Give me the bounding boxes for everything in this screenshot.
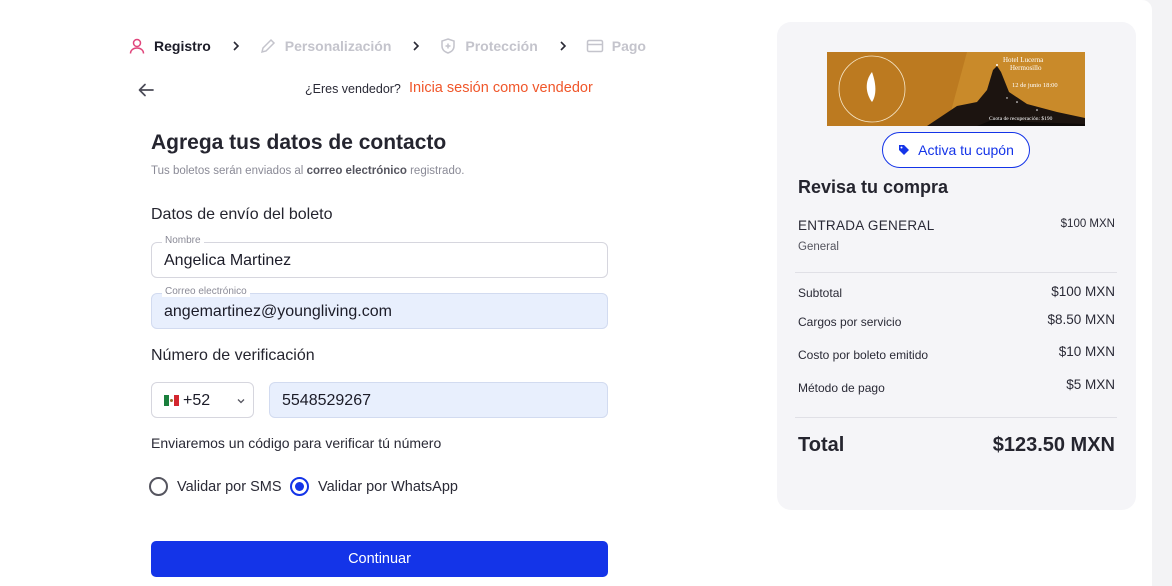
chevron-right-icon — [229, 39, 243, 53]
country-code-select[interactable]: +52 — [151, 382, 254, 418]
pencil-icon — [259, 37, 277, 55]
email-field-value[interactable]: angemartinez@youngliving.com — [164, 303, 392, 321]
radio-whatsapp[interactable]: Validar por WhatsApp — [290, 477, 458, 496]
summary-title: Revisa tu compra — [798, 177, 949, 197]
verification-note: Enviaremos un código para verificar tú n… — [151, 435, 442, 451]
banner-city: Hermosillo — [1010, 64, 1042, 72]
total-value: $123.50 MXN — [992, 434, 1115, 456]
name-field-label: Nombre — [162, 235, 204, 246]
shipping-section-title: Datos de envío del boleto — [151, 206, 333, 223]
checkout-page: Registro Personalización Protección Pago… — [0, 0, 1152, 586]
continue-button[interactable]: Continuar — [151, 541, 608, 577]
subtitle-bold: correo electrónico — [306, 165, 407, 177]
summary-divider — [795, 272, 1117, 273]
summary-row-value: $100 MXN — [1051, 284, 1115, 299]
name-field-value[interactable]: Angelica Martinez — [164, 252, 291, 270]
step-proteccion[interactable]: Protección — [439, 37, 538, 55]
email-field[interactable]: Correo electrónico angemartinez@youngliv… — [151, 286, 608, 329]
summary-row-value: $5 MXN — [1066, 377, 1115, 392]
chevron-down-icon — [237, 399, 245, 404]
mexico-flag-icon — [164, 395, 179, 406]
chevron-right-icon — [409, 39, 423, 53]
tag-icon — [899, 145, 910, 155]
radio-whatsapp-label: Validar por WhatsApp — [318, 478, 458, 495]
summary-row-value: $8.50 MXN — [1047, 312, 1115, 327]
radio-circle-selected[interactable] — [290, 477, 309, 496]
page-subtitle: Tus boletos serán enviados al correo ele… — [151, 165, 464, 177]
phone-field-value[interactable]: 5548529267 — [282, 392, 371, 410]
checkout-stepper: Registro Personalización Protección Pago — [128, 36, 646, 56]
name-field[interactable]: Nombre Angelica Martinez — [151, 235, 608, 278]
verification-section-title: Número de verificación — [151, 347, 315, 364]
step-personalizacion[interactable]: Personalización — [259, 37, 392, 55]
step-registro[interactable]: Registro — [128, 37, 211, 55]
step-label: Protección — [465, 38, 538, 54]
step-label: Registro — [154, 38, 211, 54]
chevron-right-icon — [556, 39, 570, 53]
country-code-value: +52 — [183, 392, 211, 409]
total-label: Total — [798, 434, 845, 456]
summary-row-label: Subtotal — [798, 286, 843, 300]
summary-row-label: Cargos por servicio — [798, 315, 902, 329]
summary-row-label: Método de pago — [798, 381, 885, 395]
step-pago[interactable]: Pago — [586, 37, 646, 55]
banner-date: 12 de junio 18:00 — [1012, 82, 1058, 89]
event-banner-art — [827, 52, 1085, 126]
radio-sms[interactable]: Validar por SMS — [149, 477, 282, 496]
event-banner-image: Hotel Lucerna Hermosillo 12 de junio 18:… — [827, 52, 1085, 126]
user-icon — [128, 37, 146, 55]
activate-coupon-button[interactable]: Activa tu cupón — [882, 132, 1030, 168]
shield-plus-icon — [439, 37, 457, 55]
step-label: Pago — [611, 38, 646, 54]
radio-circle[interactable] — [149, 477, 168, 496]
email-field-label: Correo electrónico — [162, 286, 250, 297]
summary-row-label: Costo por boleto emitido — [798, 348, 929, 362]
ticket-item-name: ENTRADA GENERAL — [798, 218, 935, 233]
credit-card-icon — [586, 37, 604, 55]
seller-login-link[interactable]: Inicia sesión como vendedor — [409, 80, 593, 96]
banner-venue: Hotel Lucerna — [1003, 56, 1044, 64]
radio-sms-label: Validar por SMS — [177, 478, 282, 495]
summary-row-value: $10 MXN — [1058, 344, 1115, 359]
order-summary-panel: Hotel Lucerna Hermosillo 12 de junio 18:… — [777, 22, 1136, 510]
ticket-item-type: General — [798, 241, 839, 253]
summary-divider — [795, 417, 1117, 418]
seller-question: ¿Eres vendedor? — [305, 82, 401, 96]
ticket-item-price: $100 MXN — [1060, 218, 1115, 230]
subtitle-text: Tus boletos serán enviados al — [151, 165, 307, 177]
subtitle-text-end: registrado. — [406, 165, 465, 177]
phone-field[interactable]: 5548529267 — [269, 382, 608, 418]
step-label: Personalización — [284, 38, 392, 54]
back-arrow-icon[interactable] — [136, 80, 156, 100]
coupon-label: Activa tu cupón — [918, 142, 1014, 158]
banner-fee: Cuota de recuperación: $190 — [989, 116, 1053, 122]
page-title: Agrega tus datos de contacto — [151, 131, 447, 154]
